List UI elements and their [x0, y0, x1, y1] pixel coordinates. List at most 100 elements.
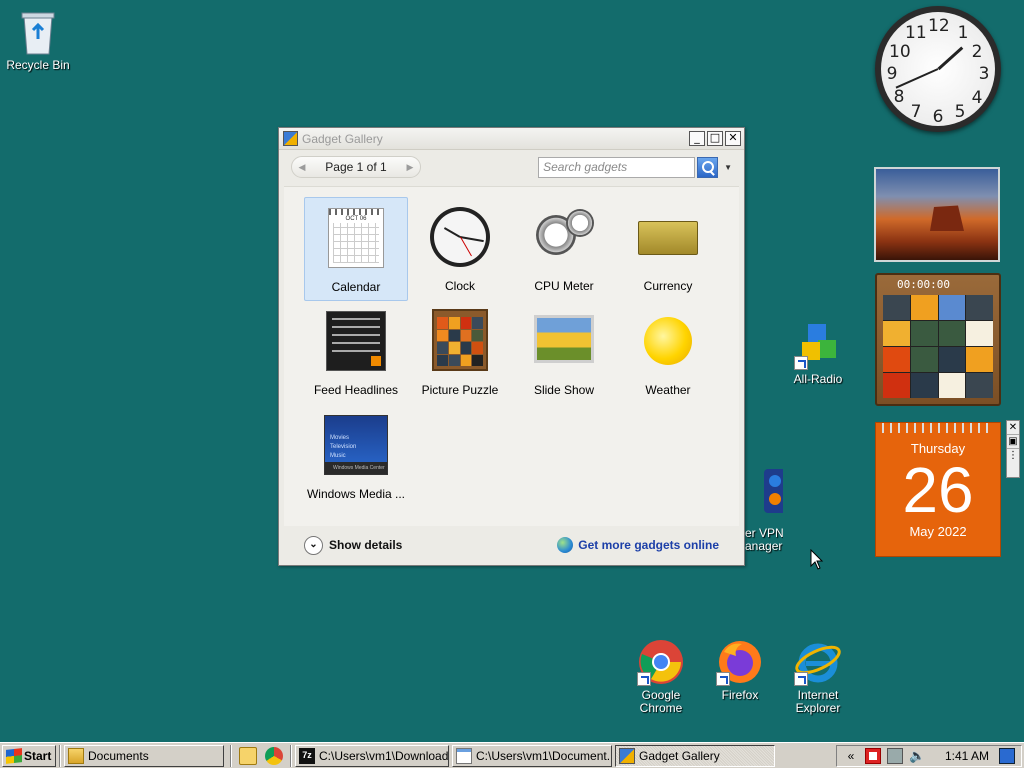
gadget-tile-cpu-meter[interactable]: CPU Meter: [512, 197, 616, 301]
gadget-tile-picture-puzzle[interactable]: Picture Puzzle: [408, 301, 512, 405]
gadget-grid: OCT 06 Calendar Clock CPU Meter Currency…: [284, 187, 739, 509]
shortcut-arrow-icon: [794, 672, 808, 686]
search-dropdown-icon[interactable]: ▼: [724, 163, 732, 172]
picture-puzzle-gadget-icon: [428, 309, 492, 373]
gadget-gallery-icon: [619, 747, 635, 764]
previous-page-button[interactable]: ◀: [292, 157, 312, 177]
puzzle-timer: 00:00:00: [897, 278, 950, 291]
calendar-thumb-month: OCT 06: [345, 216, 367, 222]
desktop-icon-google-chrome[interactable]: Google Chrome: [621, 638, 701, 715]
chrome-icon: [637, 638, 685, 686]
search-button[interactable]: [697, 156, 719, 178]
desktop-icon-label: Recycle Bin: [6, 58, 70, 72]
next-page-button[interactable]: ▶: [400, 157, 420, 177]
desktop-icon-recycle-bin[interactable]: Recycle Bin: [0, 8, 78, 72]
start-button[interactable]: Start: [2, 744, 56, 767]
clock-time[interactable]: 1:41 AM: [945, 749, 989, 763]
start-label: Start: [24, 748, 52, 763]
gadget-name: CPU Meter: [534, 279, 594, 293]
picture-puzzle-gadget[interactable]: 00:00:00: [875, 273, 1001, 406]
clock-number: 5: [954, 102, 966, 122]
all-radio-icon: [794, 322, 842, 370]
desktop-icon-internet-explorer[interactable]: Internet Explorer: [778, 638, 858, 715]
taskbar-separator: [290, 744, 292, 767]
clock-number: 3: [978, 64, 990, 84]
taskbar: Start Documents 7z C:\Users\vm1\Download…: [0, 742, 1024, 768]
taskbar-item-label: C:\Users\vm1\Download...: [319, 748, 449, 763]
wmc-line: Music: [330, 453, 346, 459]
taskbar-item-gadget-gallery[interactable]: Gadget Gallery: [615, 744, 775, 767]
desktop-icon-label: Internet Explorer: [795, 688, 841, 715]
shortcut-arrow-icon: [716, 672, 730, 686]
cpu-meter-gadget-icon: [532, 205, 596, 269]
slide-show-gadget[interactable]: [874, 167, 1000, 262]
desktop-icon-label: Google Chrome: [639, 688, 683, 715]
gadget-name: Picture Puzzle: [421, 383, 499, 397]
slide-show-gadget-icon: [532, 309, 596, 373]
gadget-tile-slide-show[interactable]: Slide Show: [512, 301, 616, 405]
gadget-controls: ✕ ▣ ⋮: [1006, 420, 1020, 478]
clock-number: 6: [932, 107, 944, 127]
volume-icon[interactable]: 🔈: [909, 748, 925, 764]
gadget-name: Currency: [643, 279, 693, 293]
shortcut-arrow-icon: [794, 356, 808, 370]
gadget-drag-handle[interactable]: ⋮: [1007, 449, 1019, 463]
get-more-gadgets-label: Get more gadgets online: [578, 538, 719, 552]
media-player-icon[interactable]: [239, 746, 257, 765]
search-gadgets-input[interactable]: [538, 156, 696, 178]
gadget-name: Clock: [444, 279, 475, 293]
gadget-tile-calendar[interactable]: OCT 06 Calendar: [304, 197, 408, 301]
firefox-icon: [716, 638, 764, 686]
mouse-cursor-icon: [810, 549, 824, 570]
get-more-gadgets-link[interactable]: Get more gadgets online: [557, 537, 719, 553]
gadget-gallery-window[interactable]: Gadget Gallery _ □ ✕ ◀ Page 1 of 1 ▶ ▼ O…: [278, 127, 745, 566]
network-icon[interactable]: [886, 747, 903, 764]
gallery-toolbar: ◀ Page 1 of 1 ▶ ▼: [279, 150, 744, 184]
notepad-icon: [456, 747, 472, 764]
minimize-button[interactable]: _: [689, 131, 705, 146]
tray-expand-button[interactable]: «: [843, 748, 859, 764]
desktop-icon-all-radio[interactable]: All-Radio: [778, 322, 858, 386]
clock-number: 8: [893, 87, 905, 107]
gadget-tile-weather[interactable]: Weather: [616, 301, 720, 405]
puzzle-tiles[interactable]: [883, 295, 993, 398]
gadget-gallery-app-icon: [283, 131, 298, 146]
clock-number: 2: [971, 42, 983, 62]
calendar-gadget[interactable]: Thursday 26 May 2022: [875, 422, 1001, 557]
wmc-line: Movies: [330, 435, 350, 441]
maximize-button[interactable]: □: [707, 131, 723, 146]
gadget-tile-windows-media-center[interactable]: Movies Television Music Windows Media Ce…: [304, 405, 408, 509]
desktop-icon-label: All-Radio: [793, 372, 843, 386]
clock-number: 4: [971, 88, 983, 108]
desktop-icon-firefox[interactable]: Firefox: [700, 638, 780, 702]
taskbar-item-notepad-documents[interactable]: C:\Users\vm1\Document...: [452, 744, 612, 767]
currency-gadget-icon: [636, 205, 700, 269]
gadget-close-button[interactable]: ✕: [1007, 421, 1019, 435]
search-area: ▼: [538, 156, 732, 178]
gadget-name: Slide Show: [533, 383, 595, 397]
clock-hour-hand: [937, 46, 964, 71]
gadget-list-panel: OCT 06 Calendar Clock CPU Meter Currency…: [284, 186, 739, 526]
show-desktop-icon[interactable]: [999, 747, 1015, 764]
clock-gadget[interactable]: 12 1 2 3 4 5 6 7 8 9 10 11: [875, 6, 1001, 132]
gadget-options-button[interactable]: ▣: [1007, 435, 1019, 449]
chrome-quicklaunch-icon[interactable]: [265, 746, 283, 765]
gadget-tile-feed-headlines[interactable]: Feed Headlines: [304, 301, 408, 405]
window-titlebar[interactable]: Gadget Gallery _ □ ✕: [279, 128, 744, 150]
gadget-tile-currency[interactable]: Currency: [616, 197, 720, 301]
gadget-name: Windows Media ...: [306, 487, 406, 501]
close-button[interactable]: ✕: [725, 131, 741, 146]
clock-number: 9: [886, 64, 898, 84]
desktop-icon-label: Firefox: [721, 688, 759, 702]
taskbar-item-7zip-downloads[interactable]: 7z C:\Users\vm1\Download...: [295, 744, 449, 767]
gadget-tile-clock[interactable]: Clock: [408, 197, 512, 301]
window-title: Gadget Gallery: [302, 131, 383, 146]
security-alert-icon[interactable]: [864, 747, 881, 764]
globe-icon: [557, 537, 574, 553]
gadget-name: Feed Headlines: [313, 383, 399, 397]
system-tray: « 🔈 1:41 AM: [835, 744, 1022, 767]
taskbar-item-documents[interactable]: Documents: [64, 744, 224, 767]
show-details-toggle[interactable]: ⌄ Show details: [304, 535, 402, 555]
clock-number: 1: [957, 23, 969, 43]
clock-number: 11: [905, 23, 927, 43]
